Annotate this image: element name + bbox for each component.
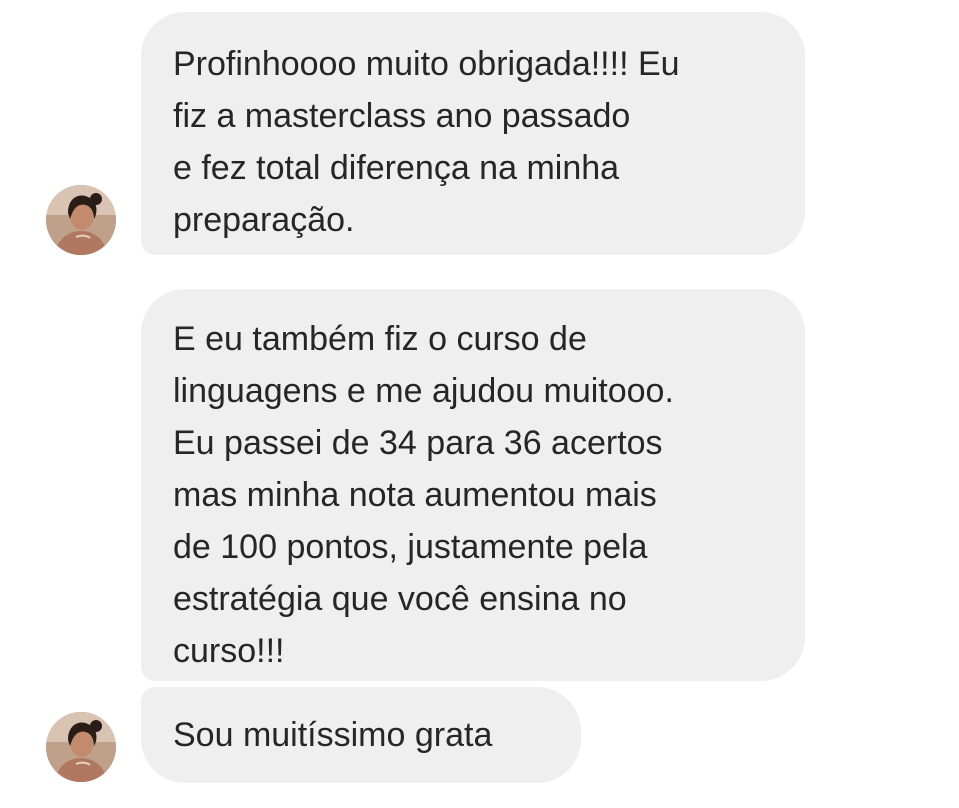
message-thread: Profinhoooo muito obrigada!!!! Eu fiz a … [0,0,959,808]
message-bubble[interactable]: Sou muitíssimo grata [141,687,581,783]
message-bubble[interactable]: Profinhoooo muito obrigada!!!! Eu fiz a … [141,12,805,255]
avatar-photo-icon [46,712,116,782]
message-bubble[interactable]: E eu também fiz o curso de linguagens e … [141,289,805,681]
contact-avatar[interactable] [46,185,116,255]
contact-avatar[interactable] [46,712,116,782]
avatar-photo-icon [46,185,116,255]
